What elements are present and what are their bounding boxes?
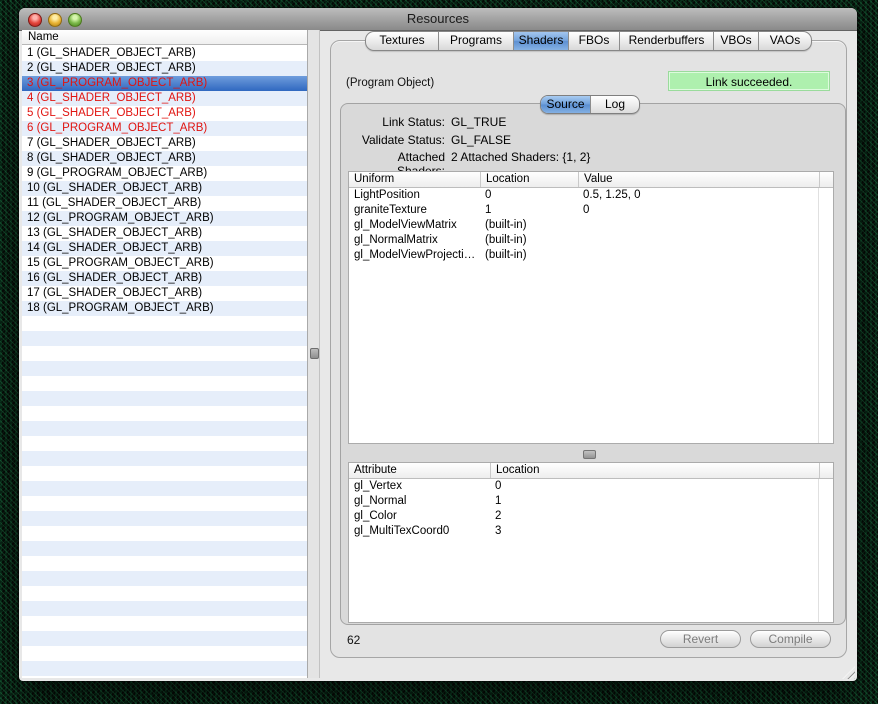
list-item[interactable]: 11 (GL_SHADER_OBJECT_ARB) <box>22 196 307 211</box>
table-cell: (built-in) <box>480 248 578 263</box>
table-cell: 2 <box>490 509 833 524</box>
column-header[interactable]: Location <box>490 463 819 478</box>
status-row: Link Status: GL_TRUE <box>350 115 830 130</box>
tab-shaders[interactable]: Shaders <box>513 32 568 50</box>
list-item[interactable]: 8 (GL_SHADER_OBJECT_ARB) <box>22 151 307 166</box>
table-row[interactable]: LightPosition00.5, 1.25, 0 <box>349 188 833 203</box>
link-status-banner: Link succeeded. <box>668 71 830 91</box>
tab-vbos[interactable]: VBOs <box>713 32 758 50</box>
resize-grip-icon[interactable] <box>842 666 855 679</box>
table-row[interactable]: gl_Vertex0 <box>349 479 833 494</box>
list-item[interactable]: 6 (GL_PROGRAM_OBJECT_ARB) <box>22 121 307 136</box>
list-item[interactable]: 10 (GL_SHADER_OBJECT_ARB) <box>22 181 307 196</box>
table-row[interactable]: gl_MultiTexCoord03 <box>349 524 833 539</box>
list-item[interactable]: 15 (GL_PROGRAM_OBJECT_ARB) <box>22 256 307 271</box>
subtab-strip: SourceLog <box>540 95 640 114</box>
list-item[interactable]: 3 (GL_PROGRAM_OBJECT_ARB) <box>22 76 307 91</box>
table-cell: 0.5, 1.25, 0 <box>578 188 833 203</box>
table-row[interactable]: gl_Color2 <box>349 509 833 524</box>
table-cell: gl_NormalMatrix <box>349 233 480 248</box>
attribute-table[interactable]: AttributeLocation gl_Vertex0gl_Normal1gl… <box>348 462 834 623</box>
attached-shaders-label: Attached Shaders: <box>350 150 445 165</box>
attribute-table-scroll-gutter[interactable] <box>818 479 819 622</box>
validate-status-value: GL_FALSE <box>451 133 511 148</box>
table-cell <box>578 248 833 263</box>
list-item[interactable]: 18 (GL_PROGRAM_OBJECT_ARB) <box>22 301 307 316</box>
window-title: Resources <box>19 11 857 26</box>
column-header[interactable]: Uniform <box>349 172 480 187</box>
table-cell: (built-in) <box>480 233 578 248</box>
attached-shaders-value: 2 Attached Shaders: {1, 2} <box>451 150 590 165</box>
table-cell: (built-in) <box>480 218 578 233</box>
table-cell: 0 <box>480 188 578 203</box>
table-cell <box>578 233 833 248</box>
uniform-table[interactable]: UniformLocationValue LightPosition00.5, … <box>348 171 834 444</box>
table-cell <box>578 218 833 233</box>
list-item[interactable]: 12 (GL_PROGRAM_OBJECT_ARB) <box>22 211 307 226</box>
list-item[interactable]: 1 (GL_SHADER_OBJECT_ARB) <box>22 46 307 61</box>
column-header[interactable]: Attribute <box>349 463 490 478</box>
list-item[interactable]: 16 (GL_SHADER_OBJECT_ARB) <box>22 271 307 286</box>
table-row[interactable]: gl_Normal1 <box>349 494 833 509</box>
link-status-value: GL_TRUE <box>451 115 506 130</box>
tab-programs[interactable]: Programs <box>438 32 513 50</box>
table-cell: gl_Normal <box>349 494 490 509</box>
table-cell: 1 <box>490 494 833 509</box>
tab-textures[interactable]: Textures <box>366 32 438 50</box>
name-column-header[interactable]: Name <box>22 30 307 45</box>
table-cell: gl_MultiTexCoord0 <box>349 524 490 539</box>
object-type-label: (Program Object) <box>346 77 434 89</box>
scrollbar-gutter-header <box>819 463 833 478</box>
status-row: Attached Shaders: 2 Attached Shaders: {1… <box>350 150 830 165</box>
pane-splitter-grabber-icon[interactable] <box>310 348 319 359</box>
status-row: Validate Status: GL_FALSE <box>350 133 830 148</box>
list-item[interactable]: 17 (GL_SHADER_OBJECT_ARB) <box>22 286 307 301</box>
table-cell: gl_Vertex <box>349 479 490 494</box>
table-cell: gl_ModelViewProjecti… <box>349 248 480 263</box>
table-cell: 0 <box>578 203 833 218</box>
revert-button[interactable]: Revert <box>660 630 741 648</box>
resource-list-panel: Name 1 (GL_SHADER_OBJECT_ARB)2 (GL_SHADE… <box>22 30 308 678</box>
compile-button[interactable]: Compile <box>750 630 831 648</box>
resources-window: Resources Name 1 (GL_SHADER_OBJECT_ARB)2… <box>19 8 857 681</box>
column-header[interactable]: Value <box>578 172 819 187</box>
uniform-table-scroll-gutter[interactable] <box>818 188 819 443</box>
table-header-row: UniformLocationValue <box>349 172 833 188</box>
tab-vaos[interactable]: VAOs <box>758 32 811 50</box>
subtab-source[interactable]: Source <box>541 96 590 113</box>
resource-list-body[interactable]: 1 (GL_SHADER_OBJECT_ARB)2 (GL_SHADER_OBJ… <box>22 46 307 678</box>
table-row[interactable]: gl_ModelViewProjecti…(built-in) <box>349 248 833 263</box>
table-cell: LightPosition <box>349 188 480 203</box>
desktop-background: Resources Name 1 (GL_SHADER_OBJECT_ARB)2… <box>0 0 878 704</box>
validate-status-label: Validate Status: <box>350 133 445 148</box>
table-cell: gl_Color <box>349 509 490 524</box>
column-header[interactable]: Location <box>480 172 578 187</box>
table-row[interactable]: gl_NormalMatrix(built-in) <box>349 233 833 248</box>
table-row[interactable]: gl_ModelViewMatrix(built-in) <box>349 218 833 233</box>
table-cell: 3 <box>490 524 833 539</box>
table-cell: 0 <box>490 479 833 494</box>
list-item[interactable]: 7 (GL_SHADER_OBJECT_ARB) <box>22 136 307 151</box>
tab-renderbuffers[interactable]: Renderbuffers <box>619 32 713 50</box>
table-cell: gl_ModelViewMatrix <box>349 218 480 233</box>
object-id-label: 62 <box>347 633 360 647</box>
table-splitter-grabber-icon[interactable] <box>583 450 596 459</box>
table-cell: graniteTexture <box>349 203 480 218</box>
table-header-row: AttributeLocation <box>349 463 833 479</box>
list-item[interactable]: 13 (GL_SHADER_OBJECT_ARB) <box>22 226 307 241</box>
list-item[interactable]: 2 (GL_SHADER_OBJECT_ARB) <box>22 61 307 76</box>
list-item[interactable]: 9 (GL_PROGRAM_OBJECT_ARB) <box>22 166 307 181</box>
subtab-log[interactable]: Log <box>590 96 639 113</box>
table-cell: 1 <box>480 203 578 218</box>
link-status-label: Link Status: <box>350 115 445 130</box>
list-item[interactable]: 4 (GL_SHADER_OBJECT_ARB) <box>22 91 307 106</box>
title-bar[interactable]: Resources <box>19 8 857 31</box>
tab-fbos[interactable]: FBOs <box>568 32 619 50</box>
list-item[interactable]: 5 (GL_SHADER_OBJECT_ARB) <box>22 106 307 121</box>
table-row[interactable]: graniteTexture10 <box>349 203 833 218</box>
list-item[interactable]: 14 (GL_SHADER_OBJECT_ARB) <box>22 241 307 256</box>
tab-strip: TexturesProgramsShadersFBOsRenderbuffers… <box>365 31 812 51</box>
scrollbar-gutter-header <box>819 172 833 187</box>
